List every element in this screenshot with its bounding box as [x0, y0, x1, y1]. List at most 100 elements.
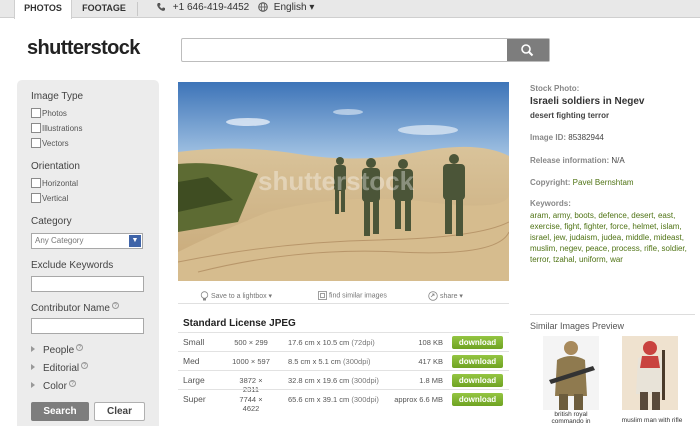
expand-arrow-icon [31, 382, 35, 388]
clear-button[interactable]: Clear [94, 402, 145, 421]
search-input[interactable] [182, 39, 508, 61]
keyword-link[interactable]: peace [585, 244, 607, 253]
shutterstock-logo[interactable]: shutterstock [27, 37, 140, 60]
keyword-link[interactable]: helmet [632, 222, 656, 231]
keyword-link[interactable]: negev [560, 244, 581, 253]
download-med-button[interactable]: download [452, 355, 503, 368]
license-row-super: Super 7744 × 4622 65.6 cm x 39.1 cm (300… [178, 389, 509, 413]
soldier-thumbnail [543, 336, 599, 410]
keyword-link[interactable]: boots [574, 211, 594, 220]
similar-caption-1: british royal commando in [551, 411, 591, 425]
image-type-heading: Image Type [31, 91, 84, 102]
similar-caption-2: muslim man with rifle [621, 417, 683, 424]
keyword-link[interactable]: east [658, 211, 673, 220]
keyword-link[interactable]: terror [530, 255, 549, 264]
license-row-small: Small 500 × 299 17.6 cm x 10.5 cm (72dpi… [178, 332, 509, 351]
filter-sidebar: Image Type Photos Illustrations Vectors … [17, 80, 159, 426]
keyword-link[interactable]: judea [602, 233, 622, 242]
copyright-link[interactable]: Pavel Bernshtam [573, 178, 634, 187]
copyright: Copyright: Pavel Bernshtam [530, 178, 634, 187]
keyword-link[interactable]: mideast [654, 233, 682, 242]
keyword-link[interactable]: exercise [530, 222, 560, 231]
soldiers-desert-photo: shutterstock [178, 82, 509, 281]
share-link[interactable]: share ▾ [428, 291, 463, 301]
keyword-link[interactable]: fighter [584, 222, 606, 231]
similar-images-icon [318, 291, 327, 300]
image-id: Image ID: 85382944 [530, 133, 604, 142]
similar-image-2[interactable] [622, 336, 678, 410]
license-row-large: Large 3872 × 2311 32.8 cm x 19.6 cm (300… [178, 370, 509, 394]
keyword-link[interactable]: jew [554, 233, 566, 242]
globe-icon [258, 2, 268, 13]
filter-photos[interactable]: Photos [31, 108, 67, 120]
tab-photos[interactable]: PHOTOS [14, 0, 72, 19]
similar-images-heading: Similar Images Preview [530, 321, 625, 331]
keyword-link[interactable]: uniform [579, 255, 606, 264]
expander-editorial[interactable]: Editorial? [31, 362, 89, 374]
checkbox[interactable] [31, 193, 41, 203]
expand-arrow-icon [31, 346, 35, 352]
keyword-list: aram, army, boots, defence, desert, east… [530, 211, 687, 264]
expand-arrow-icon [31, 364, 35, 370]
search-button[interactable]: Search [31, 402, 89, 421]
download-super-button[interactable]: download [452, 393, 503, 406]
help-icon[interactable]: ? [111, 302, 119, 309]
filter-illustrations[interactable]: Illustrations [31, 123, 82, 135]
similar-divider [530, 314, 695, 315]
find-similar-link[interactable]: find similar images [318, 291, 387, 300]
keyword-link[interactable]: tzahal [553, 255, 574, 264]
keyword-link[interactable]: desert [631, 211, 653, 220]
category-select[interactable]: Any Category ▼ [31, 233, 143, 249]
release-info: Release information: N/A [530, 156, 625, 165]
help-icon[interactable]: ? [68, 380, 76, 387]
search-bar [181, 38, 550, 62]
license-title: Standard License JPEG [183, 318, 296, 329]
download-large-button[interactable]: download [452, 374, 503, 387]
keyword-link[interactable]: middle [626, 233, 650, 242]
contributor-name-input[interactable] [31, 318, 144, 334]
license-row-med: Med 1000 × 597 8.5 cm x 5.1 cm (300dpi) … [178, 351, 509, 370]
keyword-link[interactable]: aram [530, 211, 548, 220]
share-icon [428, 291, 438, 301]
expander-people[interactable]: People? [31, 344, 84, 356]
filter-vertical[interactable]: Vertical [31, 193, 68, 205]
keyword-link[interactable]: war [610, 255, 623, 264]
filter-horizontal[interactable]: Horizontal [31, 178, 78, 190]
phone-link[interactable]: +1 646-419-4452 [156, 1, 249, 15]
keyword-link[interactable]: muslim [530, 244, 555, 253]
chevron-down-icon: ▼ [129, 235, 141, 247]
keyword-link[interactable]: rifle [644, 244, 657, 253]
download-small-button[interactable]: download [452, 336, 503, 349]
save-to-lightbox-link[interactable]: Save to a lightbox ▾ [200, 291, 272, 301]
phone-icon [157, 3, 165, 12]
checkbox[interactable] [31, 138, 41, 148]
checkbox[interactable] [31, 178, 41, 188]
keyword-link[interactable]: defence [598, 211, 626, 220]
keyword-link[interactable]: soldier [662, 244, 685, 253]
keyword-link[interactable]: islam [661, 222, 680, 231]
keyword-link[interactable]: judaism [570, 233, 598, 242]
phone-number: +1 646-419-4452 [172, 2, 250, 13]
keyword-link[interactable]: fight [564, 222, 579, 231]
orientation-heading: Orientation [31, 161, 80, 172]
keyword-link[interactable]: process [612, 244, 640, 253]
keyword-link[interactable]: force [610, 222, 628, 231]
filter-vectors[interactable]: Vectors [31, 138, 69, 150]
nav-divider [137, 2, 138, 16]
language-selector[interactable]: English ▾ [258, 1, 314, 15]
lightbulb-icon [200, 291, 209, 301]
main-photo[interactable]: shutterstock [178, 82, 509, 281]
checkbox[interactable] [31, 108, 41, 118]
help-icon[interactable]: ? [81, 362, 89, 369]
tab-footage[interactable]: FOOTAGE [74, 0, 134, 18]
keyword-link[interactable]: israel [530, 233, 549, 242]
similar-image-1[interactable] [543, 336, 599, 410]
search-submit-button[interactable] [507, 39, 549, 61]
checkbox[interactable] [31, 123, 41, 133]
language-label: English ▾ [273, 2, 315, 13]
exclude-keywords-input[interactable] [31, 276, 144, 292]
keyword-link[interactable]: army [553, 211, 570, 220]
help-icon[interactable]: ? [76, 344, 84, 351]
keywords-label: Keywords: [530, 199, 571, 208]
expander-color[interactable]: Color? [31, 380, 76, 392]
